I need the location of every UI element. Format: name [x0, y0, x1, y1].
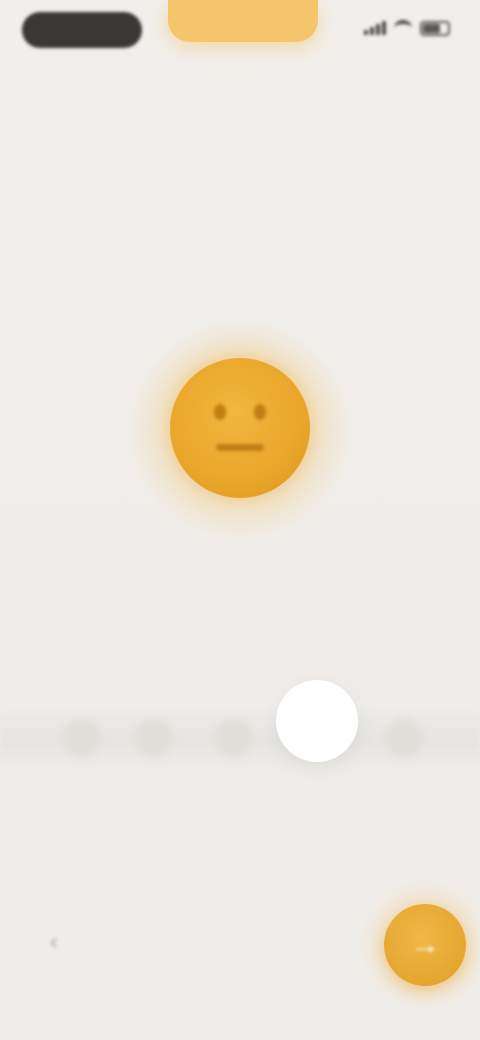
face-left-eye	[214, 404, 226, 420]
face-mouth	[216, 444, 264, 451]
battery-icon	[420, 20, 450, 36]
back-arrow-icon[interactable]: ‹	[40, 928, 68, 956]
mood-check-in-screen: ‹ →	[0, 0, 480, 1040]
mood-option-1[interactable]	[62, 718, 102, 758]
live-activity-pill[interactable]	[168, 0, 318, 42]
mood-option-3[interactable]	[214, 718, 254, 758]
neutral-face-icon	[170, 358, 310, 498]
next-button[interactable]: →	[384, 904, 466, 986]
face-right-eye	[254, 404, 266, 420]
status-time	[22, 12, 142, 48]
forward-arrow-icon: →	[410, 928, 440, 961]
status-icons	[364, 20, 450, 36]
signal-bars-icon	[364, 21, 386, 35]
mood-slider-thumb[interactable]	[276, 680, 358, 762]
mood-option-5[interactable]	[384, 718, 424, 758]
wifi-icon	[394, 20, 412, 36]
mood-option-2[interactable]	[134, 718, 174, 758]
status-bar	[0, 0, 480, 64]
